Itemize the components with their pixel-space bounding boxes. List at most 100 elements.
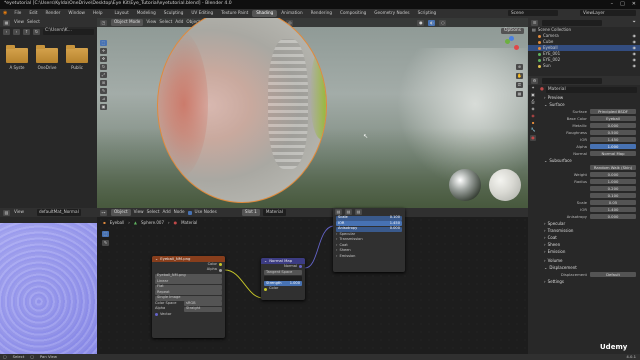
node-dropdown-field[interactable]: Flat [155,284,222,290]
tab-texture-paint[interactable]: Texture Paint [217,10,252,16]
output-tab-icon[interactable]: ⎙ [531,100,534,104]
minimize-icon[interactable]: – [611,2,614,7]
section-emission[interactable]: › Emission [540,248,640,255]
shading-material-icon[interactable]: ◐ [428,19,436,26]
scale-tool-icon[interactable]: ⤢ [100,72,107,78]
tab-modeling[interactable]: Modeling [133,10,160,16]
shader-node-editor[interactable]: ⊶ Object View Select Add Node Use Nodes … [97,208,528,354]
cursor-tool-icon[interactable]: ✛ [100,48,107,54]
measure-tool-icon[interactable]: ⊿ [100,96,107,102]
prop-value-field[interactable]: 1.400 [590,206,636,213]
section-subsurface[interactable]: ⌄ Subsurface [540,157,640,164]
transform-tool-icon[interactable]: ⊞ [100,80,107,86]
menu-window[interactable]: Window [64,11,89,15]
gizmo-x-icon[interactable] [514,45,519,50]
fb-view-menu[interactable]: View [14,20,24,24]
prop-value-field[interactable]: 0.000 [590,122,636,129]
folder-item[interactable]: Public [66,45,88,70]
section-volume[interactable]: › Volume [540,257,640,264]
principled-bsdf-node-partial[interactable]: ▤ ▤ ▤ Scale 0.100 IOR 1.450 Anisotropy 0.000 … [333,208,405,272]
editor-type-icon[interactable]: ▦ [3,19,10,26]
visibility-eye-icon[interactable]: ◉ [633,40,637,44]
outliner-item[interactable]: Sun ◉ [528,63,640,69]
visibility-eye-icon[interactable]: ◉ [633,58,637,62]
menu-help[interactable]: Help [89,11,107,15]
prop-value-field[interactable]: 0.000 [590,171,636,178]
menu-file[interactable]: File [10,11,25,15]
section-sheen[interactable]: › Sheen [540,241,640,248]
prop-value-field[interactable]: 1.000 [590,178,636,185]
normal-map-node[interactable]: ⌄ Normal Map Normal Tangent Space Strengt… [261,258,305,300]
prop-value-field[interactable]: 1.000 [590,143,636,150]
tab-uv-editing[interactable]: UV Editing [187,10,217,16]
node-icon[interactable]: ▤ [335,208,342,215]
visibility-eye-icon[interactable]: ◉ [633,46,637,50]
back-icon[interactable]: ‹ [3,28,10,35]
prop-value-field[interactable]: 0.500 [590,129,636,136]
menu-render[interactable]: Render [42,11,65,15]
modifier-tab-icon[interactable]: 🔧 [531,128,536,132]
visibility-eye-icon[interactable]: ◉ [633,64,637,68]
visibility-eye-icon[interactable]: ◉ [633,34,637,38]
editor-type-icon[interactable]: ▨ [3,209,10,216]
fb-path-field[interactable]: C:\Users\K... [43,28,94,35]
render-tab-icon[interactable]: ▣ [531,93,535,97]
view-layer-selector[interactable]: ViewLayer [580,10,636,16]
bsdf-value-field[interactable]: Scale 0.100 [336,215,402,221]
vp-view-menu[interactable]: View [146,20,156,24]
subsurface-method-field[interactable]: Random Walk (Skin) [590,164,636,171]
vp-add-menu[interactable]: Add [175,20,183,24]
tab-geometry-nodes[interactable]: Geometry Nodes [370,10,413,16]
folder-item[interactable]: A Syste [6,45,28,70]
collapse-icon[interactable]: ⌄ [264,259,267,263]
surface-shader-field[interactable]: Principled BSDF [590,108,636,115]
prop-value-field[interactable]: 0.200 [590,185,636,192]
tab-rendering[interactable]: Rendering [307,10,336,16]
uv-map-field[interactable] [264,275,302,281]
menu-edit[interactable]: Edit [25,11,41,15]
socket-icon[interactable] [299,265,302,269]
socket-icon[interactable] [264,287,267,291]
rotate-tool-icon[interactable]: ↻ [100,64,107,70]
tab-compositing[interactable]: Compositing [336,10,370,16]
tab-shading[interactable]: Shading [252,10,278,17]
filter-icon[interactable]: ⏷ [633,20,636,24]
prop-value-field[interactable]: 1.450 [590,136,636,143]
tab-layout[interactable]: Layout [110,10,132,16]
prop-value-field[interactable]: Normal Map [590,150,636,157]
shading-rendered-icon[interactable]: ○ [439,19,447,26]
section-transmission[interactable]: › Transmission [540,227,640,234]
socket-icon[interactable] [219,263,222,267]
zoom-icon[interactable]: ⊕ [516,64,523,70]
space-field[interactable]: Tangent Space [264,270,302,275]
material-name-field[interactable]: Material [545,87,637,93]
pan-hand-icon[interactable]: ✋ [516,73,523,79]
move-tool-icon[interactable]: ✥ [100,56,107,62]
navigation-gizmo[interactable] [500,36,522,58]
visibility-eye-icon[interactable]: ◉ [633,52,637,56]
select-tool-icon[interactable]: ⬚ [100,40,107,46]
blender-logo-icon[interactable]: ◉ [0,11,10,16]
section-settings[interactable]: › Settings [540,278,640,285]
prop-value-field[interactable]: 0.05 [590,199,636,206]
scene-selector[interactable]: Scene [508,10,558,16]
material-tab-icon[interactable]: ● [530,135,536,141]
section-specular[interactable]: › Specular [540,220,640,227]
annotate-tool-icon[interactable]: ✎ [100,88,107,94]
node-dropdown-field[interactable]: Linear [155,279,222,284]
bsdf-panel-item[interactable]: › Emission [333,254,405,260]
section-preview[interactable]: › Preview [540,94,640,101]
prop-value-field[interactable]: 0.000 [590,213,636,220]
node-dropdown-field[interactable]: Single Image [155,295,222,301]
image-file-field[interactable]: Eyeball_NM.png [155,273,222,279]
object-tab-icon[interactable]: ▪ [532,121,535,125]
outliner-search[interactable] [542,19,602,26]
collapse-icon[interactable]: ⌄ [155,257,158,261]
maximize-icon[interactable]: □ [620,2,625,7]
fb-select-menu[interactable]: Select [27,20,40,24]
prop-value-field[interactable]: 0.100 [590,192,636,199]
prop-value-field[interactable]: Eyeball [590,115,636,122]
socket-icon[interactable] [219,268,222,272]
tab-animation[interactable]: Animation [277,10,306,16]
section-coat[interactable]: › Coat [540,234,640,241]
